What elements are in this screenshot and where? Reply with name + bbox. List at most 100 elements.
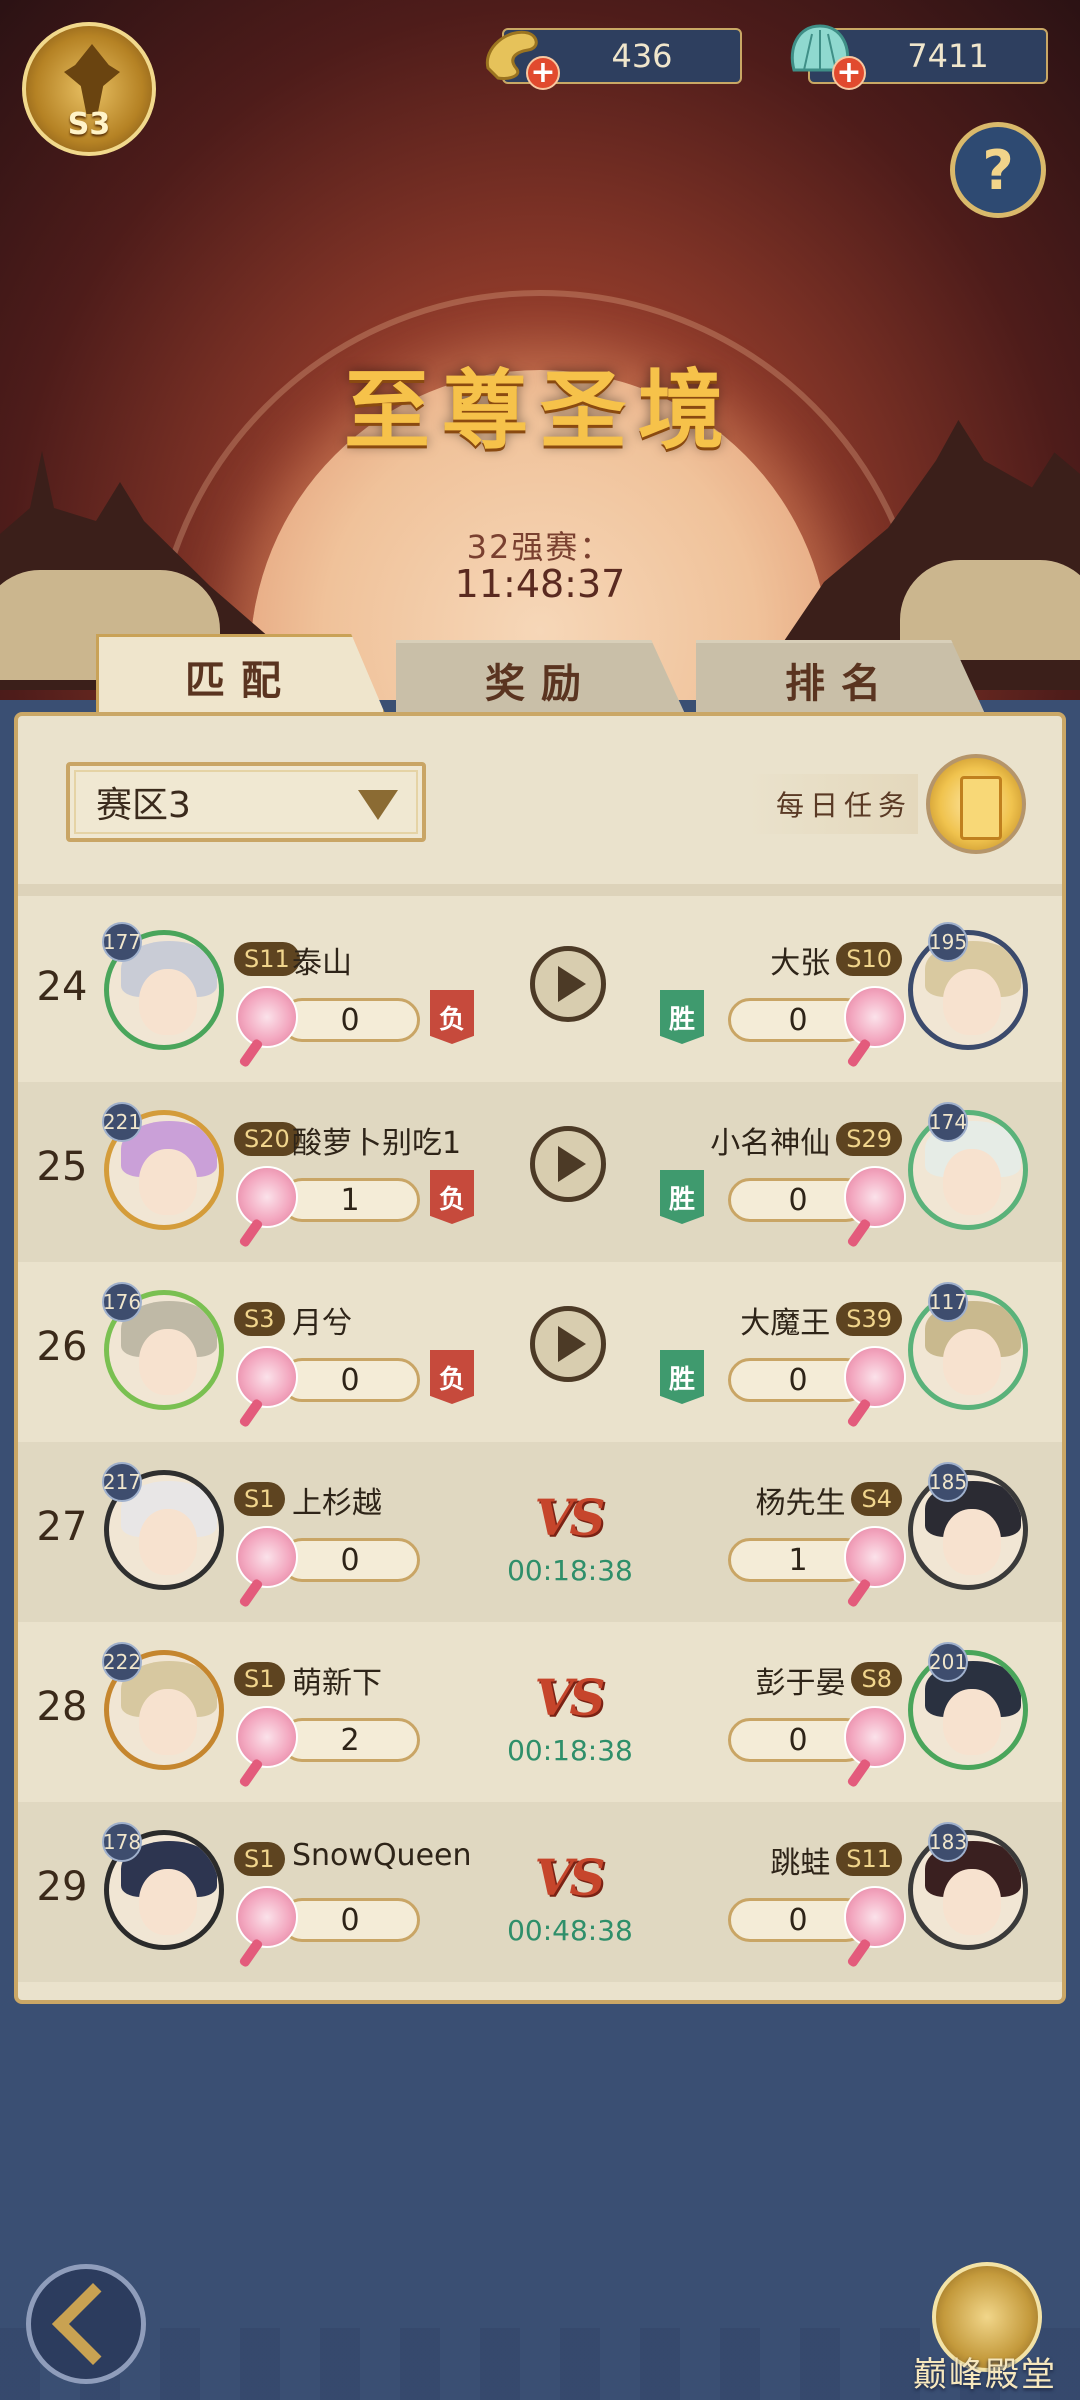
zone-select[interactable]: 赛区3	[66, 762, 426, 842]
match-row[interactable]: 29 178 S1 SnowQueen 0 183 S11 跳蛙 0 VS 00:48:38	[18, 1802, 1062, 1982]
lose-tag: 负	[430, 1350, 474, 1404]
match-row[interactable]: 25 221 S20 酸萝卜别吃1 1 174 S29 小名神仙 0 负胜	[18, 1082, 1062, 1262]
player-name: 月兮	[292, 1306, 352, 1341]
jade-shell-icon[interactable]: +	[784, 18, 866, 90]
player-name: 上杉越	[292, 1486, 382, 1521]
match-row[interactable]: 28 222 S1 萌新下 2 201 S8 彭于晏 0 VS 00:18:38	[18, 1622, 1062, 1802]
player-name: 酸萝卜别吃1	[292, 1126, 462, 1161]
back-button[interactable]	[26, 2264, 146, 2384]
player-name: 泰山	[292, 946, 352, 981]
player-level-badge: 185	[928, 1462, 968, 1502]
flower-icon	[236, 1886, 298, 1948]
flower-icon	[844, 1706, 906, 1768]
season-tag: S10	[836, 942, 902, 976]
currency-value: 7411	[907, 37, 989, 75]
currency-value: 436	[611, 37, 673, 75]
player-name: 大张	[770, 946, 831, 981]
versus-label: VS	[534, 1668, 606, 1727]
add-dragon-coin-button[interactable]: +	[526, 56, 560, 90]
season-tag: S1	[234, 1842, 285, 1876]
help-button[interactable]: ?	[950, 122, 1046, 218]
divider	[18, 884, 1062, 896]
match-number: 28	[36, 1684, 88, 1730]
match-timer: 00:18:38	[507, 1554, 633, 1587]
player-avatar[interactable]	[908, 1650, 1028, 1770]
player-avatar[interactable]	[908, 1290, 1028, 1410]
player-score: 2	[280, 1718, 420, 1762]
player-avatar[interactable]	[908, 930, 1028, 1050]
match-number: 24	[36, 964, 88, 1010]
player-avatar[interactable]	[908, 1830, 1028, 1950]
page-title: 至尊圣境	[344, 360, 736, 461]
tab-match[interactable]: 匹配	[96, 634, 386, 716]
player-level-badge: 201	[928, 1642, 968, 1682]
flower-icon	[844, 1166, 906, 1228]
player-avatar[interactable]	[908, 1110, 1028, 1230]
play-replay-button[interactable]	[530, 1306, 606, 1382]
flower-icon	[236, 986, 298, 1048]
match-number: 29	[36, 1864, 88, 1910]
player-level-badge: 117	[928, 1282, 968, 1322]
player-level-badge: 174	[928, 1102, 968, 1142]
flower-icon	[844, 1346, 906, 1408]
match-row[interactable]: 27 217 S1 上杉越 0 185 S4 杨先生 1 VS 00:18:38	[18, 1442, 1062, 1622]
tab-ranking[interactable]: 排名	[696, 640, 986, 716]
lose-tag: 负	[430, 1170, 474, 1224]
crest-icon	[64, 44, 120, 114]
dragon-coin-icon[interactable]: +	[478, 18, 560, 90]
chevron-down-icon	[358, 790, 398, 820]
season-tag: S29	[836, 1122, 902, 1156]
zone-select-value: 赛区3	[96, 785, 191, 826]
add-jade-shell-button[interactable]: +	[832, 56, 866, 90]
flower-icon	[236, 1166, 298, 1228]
player-name: 彭于晏	[755, 1666, 846, 1701]
peak-hall-button[interactable]: 巅峰殿堂	[910, 2262, 1060, 2395]
round-countdown: 11:48:37	[454, 562, 626, 606]
player-name: 杨先生	[755, 1486, 846, 1521]
win-tag: 胜	[660, 1350, 704, 1404]
tab-label: 排名	[785, 660, 897, 707]
daily-task-button[interactable]: 每日任务	[736, 752, 1026, 856]
player-score: 0	[280, 1898, 420, 1942]
season-tag: S4	[851, 1482, 902, 1516]
match-panel: 赛区3 每日任务 24 177 S11 泰山 0 195 S10 大张 0 负胜 25 221 S…	[14, 712, 1066, 2004]
match-timer: 00:48:38	[507, 1914, 633, 1947]
play-replay-button[interactable]	[530, 946, 606, 1022]
scroll-icon	[926, 754, 1026, 854]
win-tag: 胜	[660, 990, 704, 1044]
flower-icon	[844, 986, 906, 1048]
player-level-badge: 178	[102, 1822, 142, 1862]
tab-rewards[interactable]: 奖励	[396, 640, 686, 716]
match-timer: 00:18:38	[507, 1734, 633, 1767]
season-badge[interactable]: S3	[22, 22, 156, 156]
flower-icon	[236, 1346, 298, 1408]
match-row[interactable]: 24 177 S11 泰山 0 195 S10 大张 0 负胜	[18, 902, 1062, 1082]
player-level-badge: 183	[928, 1822, 968, 1862]
player-level-badge: 195	[928, 922, 968, 962]
match-number: 26	[36, 1324, 88, 1370]
player-level-badge: 221	[102, 1102, 142, 1142]
daily-task-label: 每日任务	[745, 774, 918, 834]
season-tag: S20	[234, 1122, 300, 1156]
player-score: 0	[280, 1538, 420, 1582]
player-level-badge: 177	[102, 922, 142, 962]
season-tag: S3	[234, 1302, 285, 1336]
player-avatar[interactable]	[908, 1470, 1028, 1590]
player-level-badge: 222	[102, 1642, 142, 1682]
season-tag: S11	[234, 942, 300, 976]
tab-label: 匹配	[185, 657, 297, 704]
season-tag: S11	[836, 1842, 902, 1876]
player-name: 大魔王	[740, 1306, 831, 1341]
hall-label: 巅峰殿堂	[913, 2355, 1057, 2395]
match-list: 24 177 S11 泰山 0 195 S10 大张 0 负胜 25 221 S20 酸萝卜别吃1 1…	[18, 902, 1062, 1982]
win-tag: 胜	[660, 1170, 704, 1224]
season-tag: S8	[851, 1662, 902, 1696]
play-replay-button[interactable]	[530, 1126, 606, 1202]
player-name: SnowQueen	[292, 1838, 472, 1873]
match-row[interactable]: 26 176 S3 月兮 0 117 S39 大魔王 0 负胜	[18, 1262, 1062, 1442]
match-number: 25	[36, 1144, 88, 1190]
player-score: 0	[280, 998, 420, 1042]
player-score: 1	[280, 1178, 420, 1222]
help-label: ?	[982, 138, 1014, 202]
player-name: 萌新下	[292, 1666, 382, 1701]
